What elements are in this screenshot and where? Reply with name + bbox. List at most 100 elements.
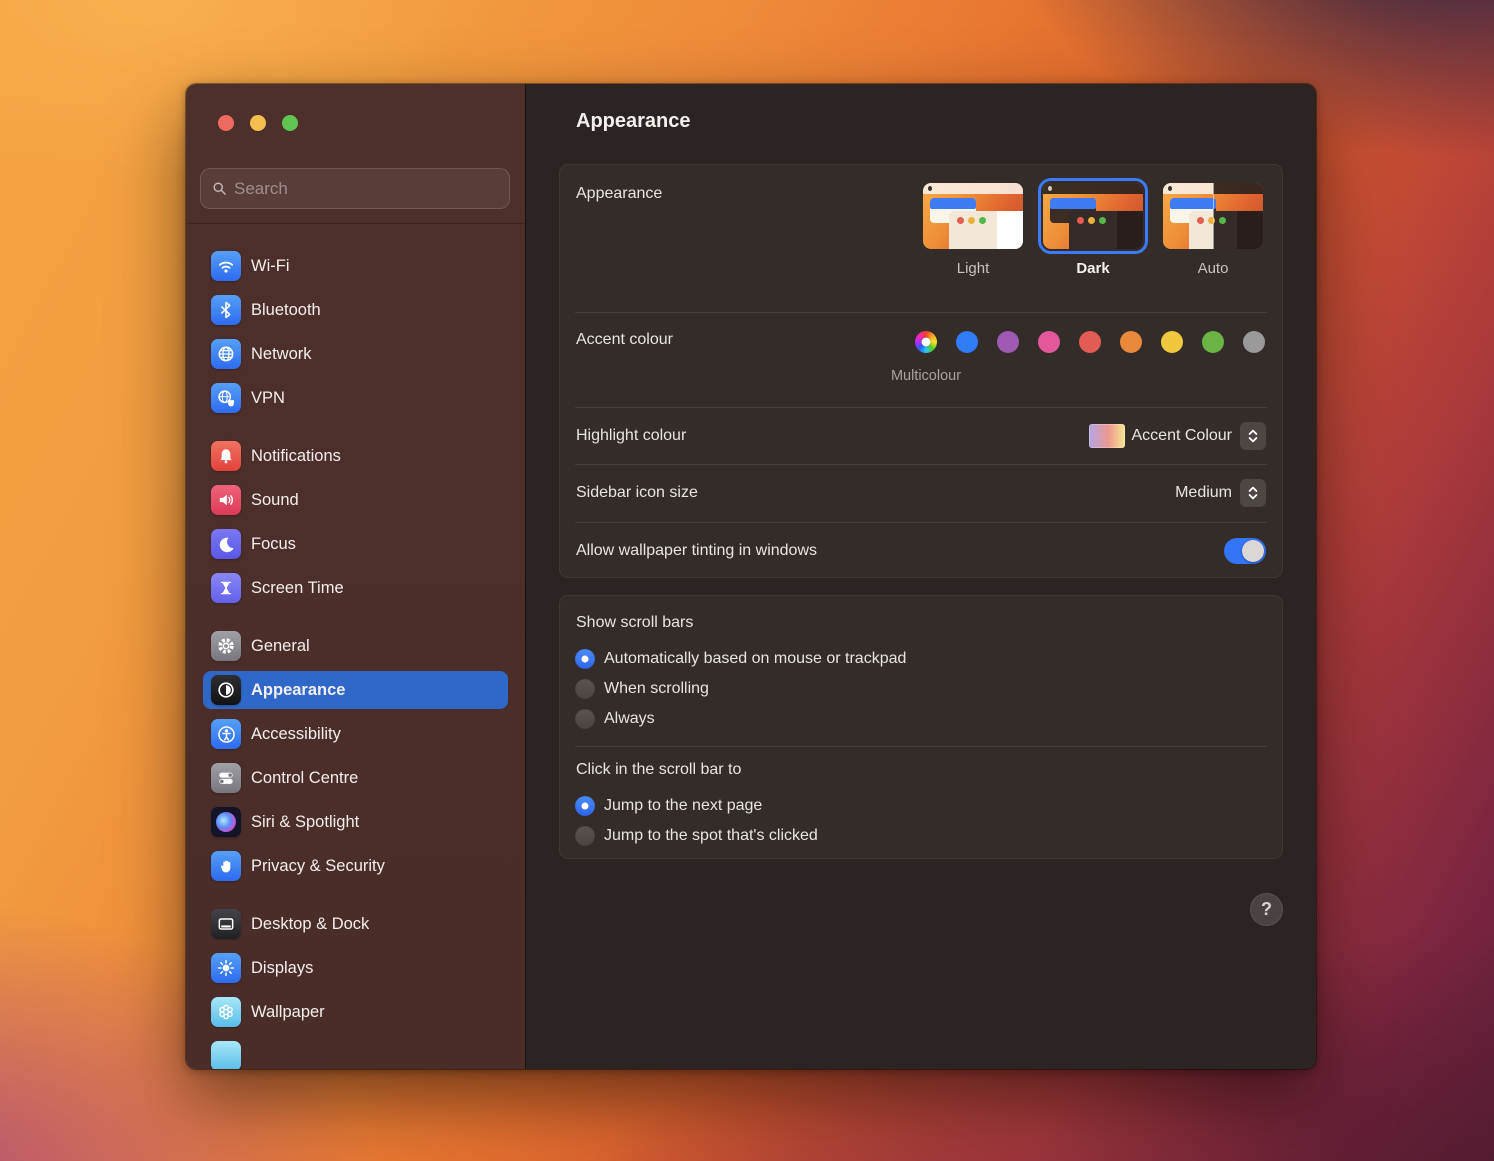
accent-colour-row: Accent colour Multicolour: [560, 312, 1282, 407]
sidebar-item-sound[interactable]: Sound: [203, 481, 508, 519]
settings-window: Wi-Fi Bluetooth: [186, 84, 1316, 1069]
vpn-globe-shield-icon: [211, 383, 241, 413]
sidebar-item-label: Wi-Fi: [251, 257, 289, 276]
appearance-option-dark[interactable]: Dark: [1038, 178, 1148, 277]
help-button[interactable]: ?: [1250, 893, 1283, 926]
sidebar-item-privacy-security[interactable]: Privacy & Security: [203, 847, 508, 885]
accent-swatch-red[interactable]: [1079, 331, 1101, 353]
sidebar-item-accessibility[interactable]: Accessibility: [203, 715, 508, 753]
highlight-colour-select[interactable]: [1240, 422, 1266, 450]
desktop-dock-icon: [211, 909, 241, 939]
sidebar-item-label: General: [251, 637, 310, 656]
sidebar-item-desktop-dock[interactable]: Desktop & Dock: [203, 905, 508, 943]
chevron-up-down-icon: [1247, 428, 1259, 444]
accent-selected-caption: Multicolour: [891, 368, 961, 384]
radio-scrollbars-auto[interactable]: Automatically based on mouse or trackpad: [575, 644, 1267, 674]
dark-mode-thumbnail: [1043, 183, 1143, 249]
divider: [575, 746, 1267, 747]
wallpaper-tinting-row: Allow wallpaper tinting in windows: [560, 522, 1282, 579]
radio-jump-next-page[interactable]: Jump to the next page: [575, 791, 1267, 821]
scroll-bars-group: Show scroll bars Automatically based on …: [559, 595, 1283, 859]
sidebar-item-label: Desktop & Dock: [251, 915, 369, 934]
sidebar-item-label: Control Centre: [251, 769, 358, 788]
bell-icon: [211, 441, 241, 471]
search-field[interactable]: [200, 168, 510, 209]
appearance-mode-label: Appearance: [576, 185, 662, 203]
sidebar-item-control-centre[interactable]: Control Centre: [203, 759, 508, 797]
radio-scrollbars-when-scrolling[interactable]: When scrolling: [575, 674, 1267, 704]
sidebar-item-focus[interactable]: Focus: [203, 525, 508, 563]
sidebar-item-vpn[interactable]: VPN: [203, 379, 508, 417]
bluetooth-icon: [211, 295, 241, 325]
search-input[interactable]: [234, 179, 498, 199]
accent-swatch-graphite[interactable]: [1243, 331, 1265, 353]
hourglass-icon: [211, 573, 241, 603]
auto-mode-label: Auto: [1198, 260, 1229, 277]
accent-swatch-purple[interactable]: [997, 331, 1019, 353]
wallpaper-tinting-toggle[interactable]: [1224, 538, 1266, 564]
partial-icon: [211, 1041, 241, 1069]
zoom-button[interactable]: [282, 115, 298, 131]
click-scroll-bar-title: Click in the scroll bar to: [576, 761, 1267, 779]
radio-jump-to-spot[interactable]: Jump to the spot that's clicked: [575, 821, 1267, 851]
light-mode-label: Light: [957, 260, 990, 277]
sidebar-item-notifications[interactable]: Notifications: [203, 437, 508, 475]
appearance-option-light[interactable]: Light: [918, 178, 1028, 277]
sidebar-item-label: VPN: [251, 389, 285, 408]
sidebar-item-siri-spotlight[interactable]: Siri & Spotlight: [203, 803, 508, 841]
appearance-settings-group: Appearance Light: [559, 164, 1283, 578]
sidebar-item-wallpaper[interactable]: Wallpaper: [203, 993, 508, 1031]
radio-indicator: [575, 679, 595, 699]
sidebar-item-label: Sound: [251, 491, 299, 510]
gear-icon: [211, 631, 241, 661]
sidebar-item-wifi[interactable]: Wi-Fi: [203, 247, 508, 285]
accent-swatch-pink[interactable]: [1038, 331, 1060, 353]
appearance-panel: Appearance Appearance Light: [525, 84, 1316, 1069]
search-icon: [212, 181, 227, 196]
radio-scrollbars-always[interactable]: Always: [575, 704, 1267, 734]
radio-indicator: [575, 826, 595, 846]
traffic-lights: [218, 115, 298, 131]
sidebar-item-screen-time[interactable]: Screen Time: [203, 569, 508, 607]
highlight-colour-row: Highlight colour Accent Colour: [560, 407, 1282, 464]
accent-swatch-multicolour[interactable]: [915, 331, 937, 353]
sidebar-list: Wi-Fi Bluetooth: [186, 225, 525, 1069]
accent-swatch-orange[interactable]: [1120, 331, 1142, 353]
accent-swatch-yellow[interactable]: [1161, 331, 1183, 353]
sidebar-item-label: Displays: [251, 959, 313, 978]
toggle-knob: [1242, 540, 1264, 562]
appearance-mode-options: Light Dark: [918, 178, 1268, 277]
flower-icon: [211, 997, 241, 1027]
appearance-option-auto[interactable]: Auto: [1158, 178, 1268, 277]
control-centre-toggles-icon: [211, 763, 241, 793]
sidebar-item-label: Appearance: [251, 681, 345, 700]
radio-indicator: [575, 709, 595, 729]
speaker-icon: [211, 485, 241, 515]
sidebar-item-general[interactable]: General: [203, 627, 508, 665]
sidebar-item-label: Network: [251, 345, 312, 364]
sidebar-item-displays[interactable]: Displays: [203, 949, 508, 987]
desktop-wallpaper: { "window": { "traffic_lights": { "close…: [0, 0, 1494, 1161]
hand-icon: [211, 851, 241, 881]
wallpaper-tinting-label: Allow wallpaper tinting in windows: [576, 542, 817, 560]
minimize-button[interactable]: [250, 115, 266, 131]
show-scroll-bars-title: Show scroll bars: [576, 614, 1267, 632]
accessibility-person-icon: [211, 719, 241, 749]
radio-indicator: [575, 649, 595, 669]
moon-icon: [211, 529, 241, 559]
sidebar-item-label: Screen Time: [251, 579, 344, 598]
accent-colour-label: Accent colour: [576, 331, 673, 349]
accent-swatch-blue[interactable]: [956, 331, 978, 353]
sidebar-item-label: Bluetooth: [251, 301, 321, 320]
sidebar-icon-size-select[interactable]: [1240, 479, 1266, 507]
accent-swatch-green[interactable]: [1202, 331, 1224, 353]
close-button[interactable]: [218, 115, 234, 131]
sidebar-item-appearance[interactable]: Appearance: [203, 671, 508, 709]
sidebar-item-label: Notifications: [251, 447, 341, 466]
radio-indicator: [575, 796, 595, 816]
sidebar-item-label: Focus: [251, 535, 296, 554]
sidebar-item-network[interactable]: Network: [203, 335, 508, 373]
sidebar-item-label: Siri & Spotlight: [251, 813, 359, 832]
sidebar-item-bluetooth[interactable]: Bluetooth: [203, 291, 508, 329]
highlight-colour-swatch: [1089, 424, 1125, 448]
